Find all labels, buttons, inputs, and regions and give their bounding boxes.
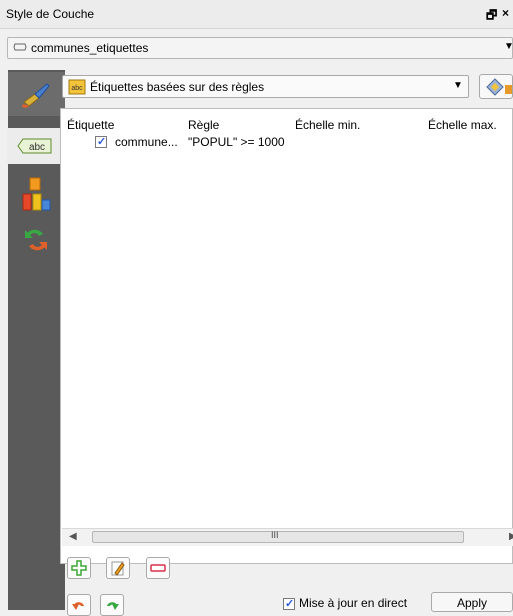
horizontal-scrollbar[interactable]: ◀ III ▶ [62, 528, 513, 546]
column-header-rule[interactable]: Règle [188, 118, 219, 132]
rule-expression-cell: "POPUL" >= 1000 [188, 135, 285, 149]
rule-labels-icon: abc [68, 79, 86, 95]
properties-sidebar: abc [7, 70, 65, 610]
redo-icon [107, 602, 119, 610]
style-manager-button[interactable] [479, 74, 513, 99]
rules-table[interactable]: Étiquette Règle Échelle min. Échelle max… [60, 108, 513, 564]
redo-button[interactable] [100, 594, 124, 616]
labeling-mode-value: Étiquettes basées sur des règles [90, 80, 265, 94]
window-title: Style de Couche [6, 7, 95, 21]
rule-label-cell: commune... [115, 135, 178, 149]
chevron-down-icon: ▼ [453, 80, 463, 91]
plus-icon [71, 560, 87, 576]
edit-rule-button[interactable] [106, 557, 130, 579]
svg-text:abc: abc [71, 85, 83, 92]
layer-outline-icon [13, 43, 27, 51]
float-window-button[interactable]: 🗗 [486, 6, 497, 27]
live-update-checkbox[interactable]: ✓ [283, 598, 295, 610]
scrollbar-grip: III [271, 530, 279, 540]
diagram-icon [22, 177, 51, 211]
minus-icon [150, 564, 166, 572]
rule-enabled-checkbox[interactable]: ✓ [95, 136, 107, 148]
abc-label-icon: abc [17, 138, 52, 154]
actions-icon [25, 229, 47, 251]
add-rule-button[interactable] [67, 557, 91, 579]
pencil-icon [111, 561, 125, 576]
paintbrush-icon [22, 83, 50, 108]
scrollbar-thumb[interactable]: III [92, 530, 464, 543]
remove-rule-button[interactable] [146, 557, 170, 579]
title-bar: Style de Couche 🗗 × [0, 0, 513, 29]
sidebar-item-actions[interactable] [8, 222, 65, 266]
chevron-down-icon: ▼ [504, 41, 513, 52]
checkmark-icon: ✓ [285, 598, 295, 610]
style-manager-icon [486, 78, 512, 96]
svg-text:abc: abc [29, 142, 45, 153]
column-header-min-scale[interactable]: Échelle min. [295, 118, 360, 132]
scroll-right-arrow-icon[interactable]: ▶ [509, 531, 513, 542]
labeling-mode-select[interactable]: abc Étiquettes basées sur des règles ▼ [62, 75, 469, 98]
sidebar-item-diagrams[interactable] [8, 174, 65, 218]
live-update-label[interactable]: Mise à jour en direct [299, 596, 407, 610]
undo-icon [72, 602, 84, 610]
layer-select-value: communes_etiquettes [31, 41, 149, 55]
layer-select[interactable]: communes_etiquettes ▼ [7, 37, 513, 59]
scroll-left-arrow-icon[interactable]: ◀ [69, 531, 77, 542]
column-header-max-scale[interactable]: Échelle max. [428, 118, 497, 132]
checkmark-icon: ✓ [97, 136, 107, 148]
column-header-label[interactable]: Étiquette [67, 118, 114, 132]
sidebar-item-style[interactable] [8, 72, 65, 116]
undo-button[interactable] [67, 594, 91, 616]
apply-button[interactable]: Apply [431, 592, 513, 612]
close-button[interactable]: × [502, 6, 509, 20]
sidebar-item-labels[interactable]: abc [7, 128, 65, 164]
